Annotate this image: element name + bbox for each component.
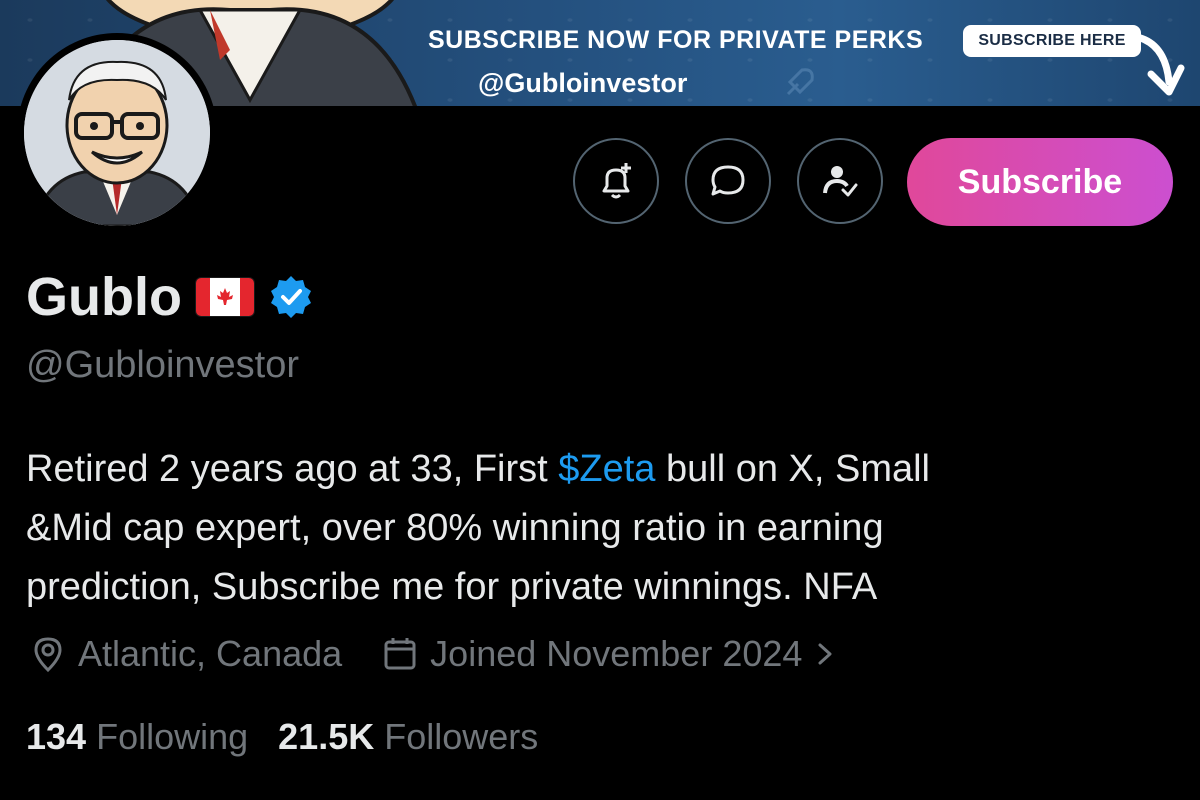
message-button[interactable]: [685, 138, 771, 224]
follow-stats: 134 Following 21.5K Followers: [26, 716, 538, 758]
arrow-down-icon: [1127, 32, 1185, 96]
banner-handle: @Gubloinvestor: [478, 68, 688, 98]
joined-item: Joined November 2024: [380, 633, 838, 675]
following-count: 134: [26, 716, 87, 757]
avatar-image: [24, 40, 210, 226]
followers-link[interactable]: 21.5K Followers: [278, 716, 538, 758]
canada-flag-icon: [195, 278, 254, 316]
location-pin-icon: [34, 637, 62, 673]
bio-text: prediction, Subscribe me for private win…: [26, 566, 878, 608]
following-link[interactable]: 134 Following: [26, 716, 248, 758]
location-text: Atlantic, Canada: [78, 633, 343, 674]
joined-text: Joined November 2024: [430, 633, 803, 674]
subscribe-button[interactable]: Subscribe: [907, 138, 1173, 226]
bio-text: &Mid cap expert, over 80% winning ratio …: [26, 507, 884, 549]
profile-bio: Retired 2 years ago at 33, First $Zeta b…: [26, 440, 1166, 617]
cashtag-link[interactable]: $Zeta: [558, 448, 655, 490]
verified-badge-icon[interactable]: [268, 274, 314, 320]
profile-meta: Atlantic, Canada Joined November 2024: [28, 633, 876, 675]
following-label: Following: [96, 716, 249, 757]
location-item: Atlantic, Canada: [28, 633, 342, 675]
banner-title: SUBSCRIBE NOW FOR PRIVATE PERKS: [428, 26, 924, 54]
message-icon: [711, 165, 745, 196]
calendar-icon: [384, 638, 416, 670]
followers-count: 21.5K: [278, 716, 375, 757]
banner-subscribe-button: SUBSCRIBE HERE: [963, 25, 1141, 57]
profile-name-row: Gublo: [26, 266, 314, 328]
person-check-icon: [823, 166, 858, 197]
bio-text: Retired 2 years ago at 33, First: [26, 448, 559, 490]
following-status-button[interactable]: [797, 138, 883, 224]
chevron-right-icon[interactable]: [812, 639, 838, 669]
avatar[interactable]: [17, 33, 217, 233]
rocket-icon: [786, 68, 814, 96]
display-name: Gublo: [26, 267, 182, 327]
notify-button[interactable]: [573, 138, 659, 224]
bell-plus-icon: [602, 163, 631, 199]
followers-label: Followers: [384, 716, 539, 757]
bio-text: bull on X, Small: [655, 448, 930, 490]
profile-handle: @Gubloinvestor: [26, 344, 300, 386]
